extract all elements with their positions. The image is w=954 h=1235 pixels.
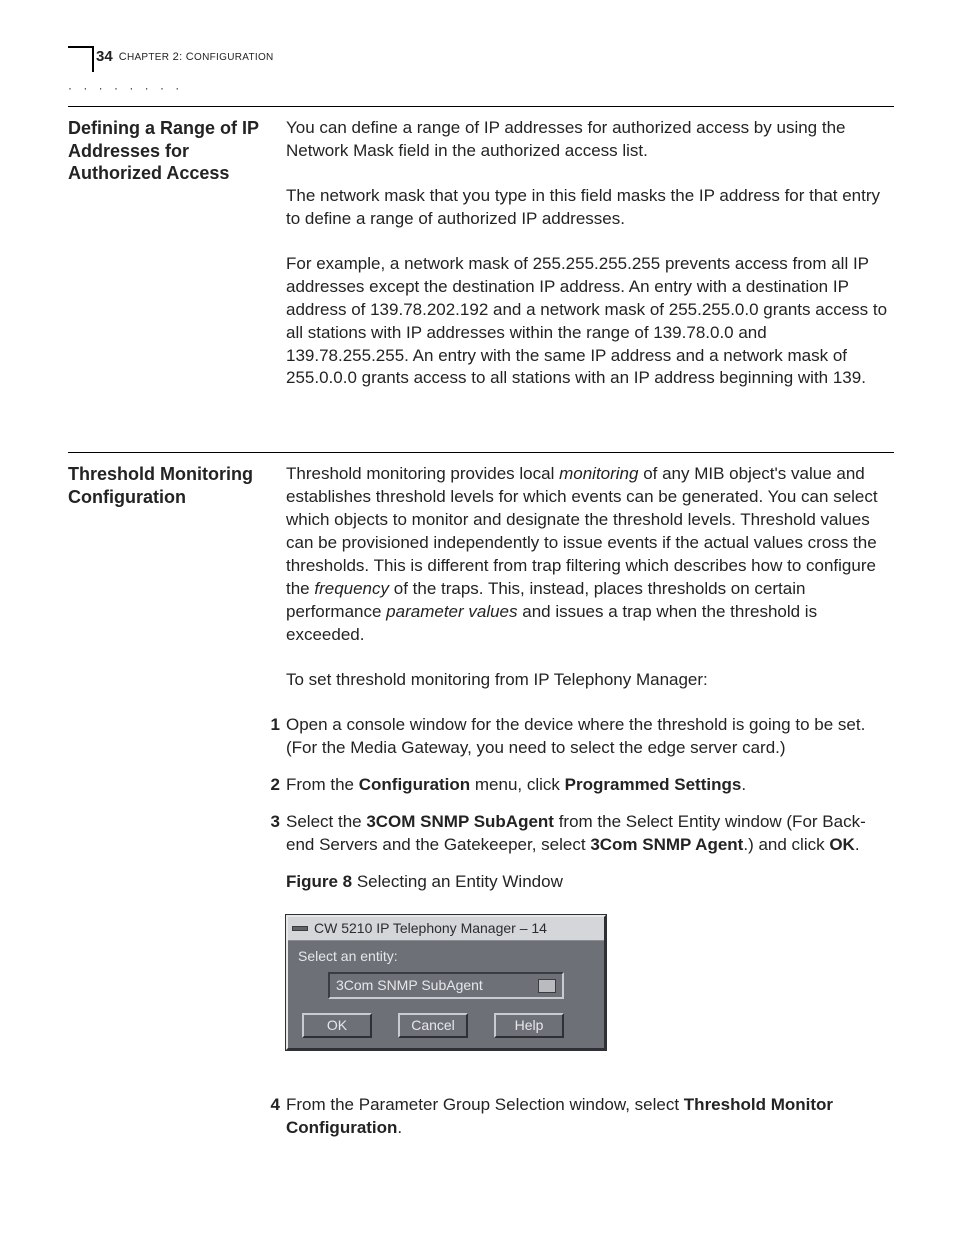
step-number: 1 bbox=[256, 714, 286, 737]
bold-text: Programmed Settings bbox=[565, 775, 742, 794]
entity-select-value: 3Com SNMP SubAgent bbox=[336, 976, 483, 995]
page: 34 CHAPTER 2: CONFIGURATION · · · · · · … bbox=[0, 0, 954, 1214]
section-body: You can define a range of IP addresses f… bbox=[286, 117, 894, 412]
ok-button[interactable]: OK bbox=[302, 1013, 372, 1038]
bold-text: OK bbox=[829, 835, 855, 854]
paragraph: The network mask that you type in this f… bbox=[286, 185, 894, 231]
bold-text: 3Com SNMP Agent bbox=[590, 835, 743, 854]
italic-text: monitoring bbox=[559, 464, 638, 483]
step-body: Select the 3COM SNMP SubAgent from the S… bbox=[286, 811, 894, 1080]
italic-text: frequency bbox=[314, 579, 389, 598]
step-number: 2 bbox=[256, 774, 286, 797]
dialog-title: CW 5210 IP Telephony Manager – 14 bbox=[314, 919, 547, 938]
list-item: 2 From the Configuration menu, click Pro… bbox=[286, 774, 894, 797]
paragraph: Threshold monitoring provides local moni… bbox=[286, 463, 894, 647]
entity-select[interactable]: 3Com SNMP SubAgent bbox=[328, 972, 564, 999]
bold-text: Configuration bbox=[359, 775, 470, 794]
list-item: 4 From the Parameter Group Selection win… bbox=[286, 1094, 894, 1140]
step-number: 4 bbox=[256, 1094, 286, 1117]
page-header: 34 CHAPTER 2: CONFIGURATION bbox=[68, 50, 894, 76]
section-ip-range: Defining a Range of IP Addresses for Aut… bbox=[68, 106, 894, 412]
corner-mark-icon bbox=[68, 46, 94, 72]
section-threshold: Threshold Monitoring Configuration Thres… bbox=[68, 452, 894, 1154]
cancel-button[interactable]: Cancel bbox=[398, 1013, 468, 1038]
side-heading: Defining a Range of IP Addresses for Aut… bbox=[68, 117, 286, 185]
select-entity-dialog: CW 5210 IP Telephony Manager – 14 Select… bbox=[286, 915, 606, 1050]
italic-text: parameter values bbox=[386, 602, 517, 621]
paragraph: To set threshold monitoring from IP Tele… bbox=[286, 669, 894, 692]
paragraph: You can define a range of IP addresses f… bbox=[286, 117, 894, 163]
dialog-titlebar: CW 5210 IP Telephony Manager – 14 bbox=[288, 917, 604, 941]
section-body: Threshold monitoring provides local moni… bbox=[286, 463, 894, 1154]
dropdown-button-icon[interactable] bbox=[538, 979, 556, 993]
list-item: 3 Select the 3COM SNMP SubAgent from the… bbox=[286, 811, 894, 1080]
page-number: 34 bbox=[96, 47, 113, 67]
side-heading: Threshold Monitoring Configuration bbox=[68, 463, 286, 508]
step-body: From the Configuration menu, click Progr… bbox=[286, 774, 894, 797]
step-body: From the Parameter Group Selection windo… bbox=[286, 1094, 894, 1140]
step-list: 1 Open a console window for the device w… bbox=[286, 714, 894, 1140]
paragraph: For example, a network mask of 255.255.2… bbox=[286, 253, 894, 391]
figure-caption: Figure 8 Selecting an Entity Window bbox=[286, 871, 894, 894]
dialog-prompt: Select an entity: bbox=[298, 947, 594, 966]
dialog-button-row: OK Cancel Help bbox=[298, 1013, 594, 1038]
dialog-body: Select an entity: 3Com SNMP SubAgent OK bbox=[288, 941, 604, 1048]
help-button[interactable]: Help bbox=[494, 1013, 564, 1038]
step-body: Open a console window for the device whe… bbox=[286, 714, 894, 760]
dots-decoration-icon: · · · · · · · · bbox=[68, 80, 183, 96]
list-item: 1 Open a console window for the device w… bbox=[286, 714, 894, 760]
running-head: CHAPTER 2: CONFIGURATION bbox=[119, 50, 274, 65]
step-number: 3 bbox=[256, 811, 286, 834]
system-menu-icon[interactable] bbox=[292, 926, 308, 931]
bold-text: 3COM SNMP SubAgent bbox=[366, 812, 554, 831]
